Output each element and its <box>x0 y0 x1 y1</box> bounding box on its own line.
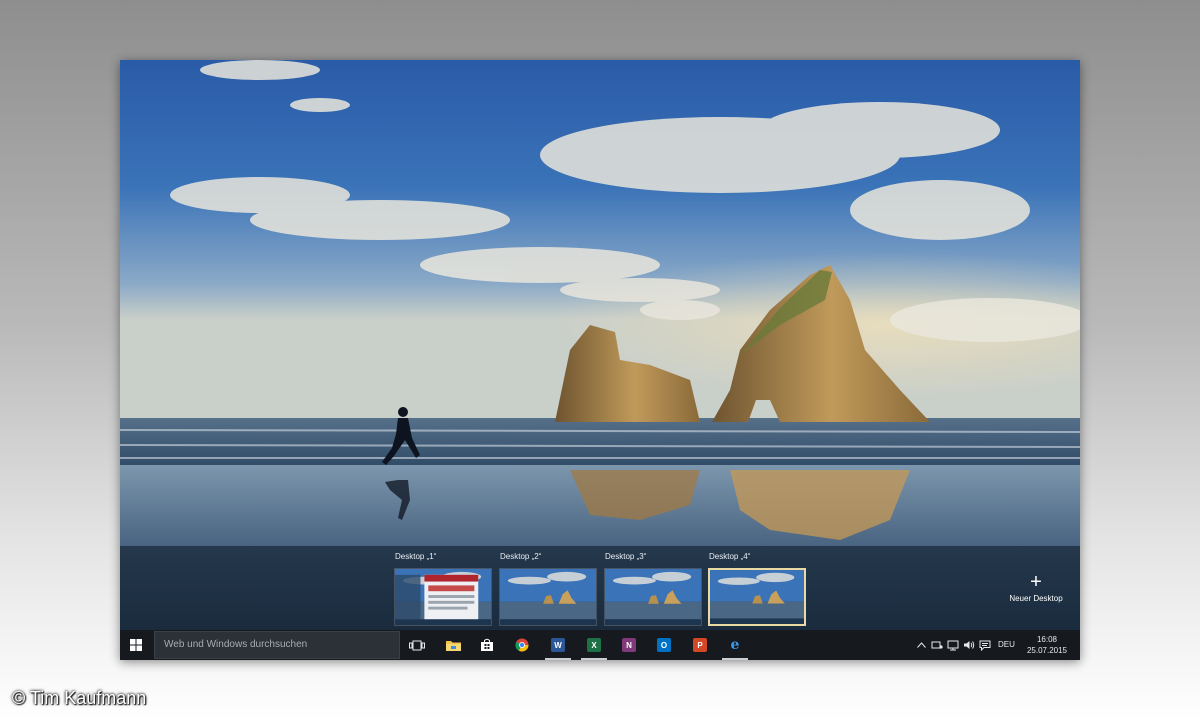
excel-icon: X <box>587 638 601 652</box>
monitor-icon[interactable] <box>946 638 960 652</box>
task-view-taskbar-button[interactable] <box>400 630 434 660</box>
action-center-icon[interactable] <box>978 638 992 652</box>
desktop-preview <box>499 568 597 626</box>
chrome-icon <box>515 638 529 652</box>
plus-icon: + <box>1030 571 1042 593</box>
word-taskbar-button[interactable]: W <box>541 630 575 660</box>
clock-date: 25.07.2015 <box>1026 646 1068 655</box>
volume-icon[interactable] <box>962 638 976 652</box>
desktop-thumbnail-1[interactable]: Desktop „1“ <box>394 550 492 628</box>
file-explorer-taskbar-button[interactable] <box>436 630 470 660</box>
word-icon: W <box>551 638 565 652</box>
task-view-panel: Desktop „1“ Desktop „2“ Desktop „3“ Desktop… <box>120 546 1080 630</box>
network-icon[interactable] <box>930 638 944 652</box>
desktop-thumbnail-4[interactable]: Desktop „4“ <box>708 550 806 628</box>
desktop-thumbnail-3[interactable]: Desktop „3“ <box>604 550 702 628</box>
file-explorer-icon <box>445 640 461 651</box>
chevron-up-icon[interactable] <box>914 638 928 652</box>
desktop-label: Desktop „3“ <box>605 552 647 561</box>
edge-taskbar-button[interactable]: e <box>718 630 752 660</box>
edge-icon: e <box>730 637 740 653</box>
clock[interactable]: 16:08 25.07.2015 <box>1024 634 1070 656</box>
desktop-label: Desktop „4“ <box>709 552 751 561</box>
windows-logo-icon <box>130 639 142 651</box>
desktop-label: Desktop „1“ <box>395 552 437 561</box>
store-icon <box>481 638 493 651</box>
chrome-taskbar-button[interactable] <box>505 630 539 660</box>
store-taskbar-button[interactable] <box>470 630 504 660</box>
system-tray: DEU 16:08 25.07.2015 <box>910 630 1080 660</box>
desktop-screen: Desktop „1“ Desktop „2“ Desktop „3“ Desktop… <box>120 60 1080 660</box>
desktop-thumbnail-2[interactable]: Desktop „2“ <box>499 550 597 628</box>
start-button[interactable] <box>120 630 152 660</box>
desktop-preview <box>708 568 806 626</box>
excel-taskbar-button[interactable]: X <box>577 630 611 660</box>
task-view-icon <box>409 640 425 650</box>
desktop-preview <box>604 568 702 626</box>
photo-credit: © Tim Kaufmann <box>12 688 147 708</box>
language-indicator[interactable]: DEU <box>998 640 1015 649</box>
outlook-taskbar-button[interactable]: O <box>647 630 681 660</box>
search-input[interactable]: Web und Windows durchsuchen <box>154 631 400 659</box>
onenote-icon: N <box>622 638 636 652</box>
powerpoint-icon: P <box>693 638 707 652</box>
powerpoint-taskbar-button[interactable]: P <box>683 630 717 660</box>
onenote-taskbar-button[interactable]: N <box>612 630 646 660</box>
new-desktop-button[interactable]: + Neuer Desktop <box>1000 572 1072 612</box>
clock-time: 16:08 <box>1036 635 1058 644</box>
new-desktop-label: Neuer Desktop <box>1009 594 1063 603</box>
desktop-label: Desktop „2“ <box>500 552 542 561</box>
desktop-preview <box>394 568 492 626</box>
outlook-icon: O <box>657 638 671 652</box>
taskbar: Web und Windows durchsuchen W X N O Pe DEU 1… <box>120 630 1080 660</box>
